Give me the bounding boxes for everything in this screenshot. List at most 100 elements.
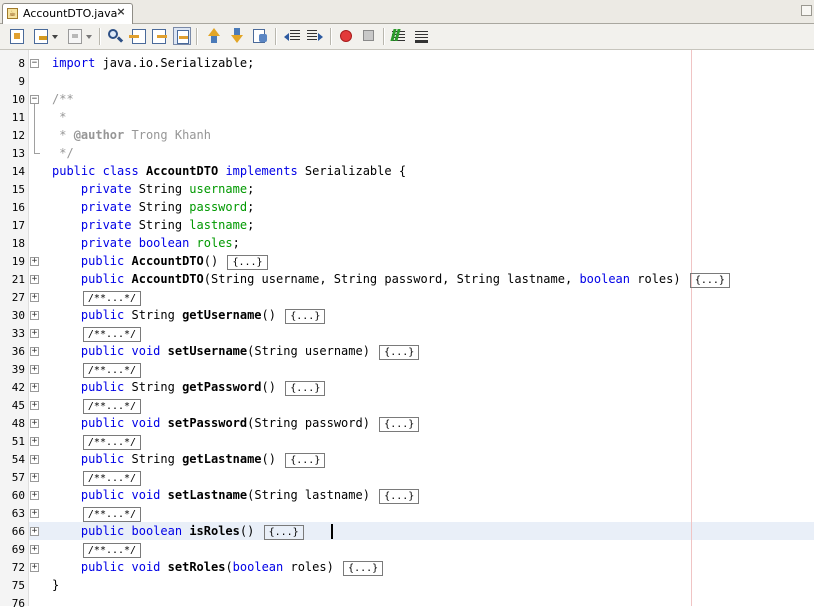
maximize-window-icon[interactable] bbox=[801, 5, 812, 16]
back-history-dropdown-icon[interactable] bbox=[50, 27, 60, 45]
line-number: 48 bbox=[11, 417, 25, 430]
line-number: 60 bbox=[11, 489, 25, 502]
collapse-fold-icon[interactable]: − bbox=[30, 95, 39, 104]
start-macro-recording-icon[interactable] bbox=[337, 27, 355, 45]
code-line[interactable]: /**...*/ bbox=[52, 326, 142, 342]
expand-fold-icon[interactable]: + bbox=[30, 311, 39, 320]
expand-fold-icon[interactable]: + bbox=[30, 257, 39, 266]
code-line[interactable]: import java.io.Serializable; bbox=[52, 56, 254, 70]
expand-fold-icon[interactable]: + bbox=[30, 527, 39, 536]
line-number: 19 bbox=[11, 255, 25, 268]
code-line[interactable]: public String getPassword() {...} bbox=[52, 380, 326, 396]
code-line[interactable]: public void setRoles(boolean roles) {...… bbox=[52, 560, 384, 576]
code-line[interactable]: public void setLastname(String lastname)… bbox=[52, 488, 420, 504]
code-line[interactable]: public void setPassword(String password)… bbox=[52, 416, 420, 432]
tab-accountdto-java[interactable]: ☕ AccountDTO.java × bbox=[2, 3, 133, 24]
line-number: 42 bbox=[11, 381, 25, 394]
right-margin-guide bbox=[691, 50, 692, 606]
line-number: 12 bbox=[11, 129, 25, 142]
code-line[interactable]: /**...*/ bbox=[52, 470, 142, 486]
code-line[interactable]: */ bbox=[52, 146, 73, 160]
expand-fold-icon[interactable]: + bbox=[30, 473, 39, 482]
line-number: 18 bbox=[11, 237, 25, 250]
code-line[interactable]: private String password; bbox=[52, 200, 254, 214]
expand-fold-icon[interactable]: + bbox=[30, 563, 39, 572]
editor-toolbar bbox=[0, 24, 814, 50]
expand-fold-icon[interactable]: + bbox=[30, 293, 39, 302]
expand-fold-icon[interactable]: + bbox=[30, 347, 39, 356]
code-line[interactable]: public class AccountDTO implements Seria… bbox=[52, 164, 406, 178]
code-line[interactable]: /**...*/ bbox=[52, 290, 142, 306]
code-line[interactable]: private String username; bbox=[52, 182, 254, 196]
line-number: 54 bbox=[11, 453, 25, 466]
expand-fold-icon[interactable]: + bbox=[30, 275, 39, 284]
code-line[interactable]: * bbox=[52, 110, 66, 124]
text-caret bbox=[331, 524, 333, 539]
find-next-icon[interactable] bbox=[150, 27, 168, 45]
previous-bookmark-icon[interactable] bbox=[205, 27, 223, 45]
expand-fold-icon[interactable]: + bbox=[30, 401, 39, 410]
shift-line-right-icon[interactable] bbox=[306, 27, 324, 45]
toolbar-separator bbox=[196, 28, 198, 45]
last-edit-icon[interactable] bbox=[8, 27, 26, 45]
uncomment-icon[interactable] bbox=[413, 27, 431, 45]
line-number: 9 bbox=[18, 75, 25, 88]
expand-fold-icon[interactable]: + bbox=[30, 455, 39, 464]
code-line[interactable]: /**...*/ bbox=[52, 542, 142, 558]
toolbar-separator bbox=[383, 28, 385, 45]
code-line[interactable]: public String getLastname() {...} bbox=[52, 452, 326, 468]
toolbar-separator bbox=[330, 28, 332, 45]
code-line[interactable]: private boolean roles; bbox=[52, 236, 240, 250]
line-number: 8 bbox=[18, 57, 25, 70]
line-number: 72 bbox=[11, 561, 25, 574]
collapse-fold-icon[interactable]: − bbox=[30, 59, 39, 68]
code-line[interactable]: public AccountDTO() {...} bbox=[52, 254, 268, 270]
expand-fold-icon[interactable]: + bbox=[30, 437, 39, 446]
toggle-bookmark-icon[interactable] bbox=[251, 27, 269, 45]
toggle-highlight-search-icon[interactable] bbox=[173, 27, 191, 45]
back-icon[interactable] bbox=[32, 27, 50, 45]
expand-fold-icon[interactable]: + bbox=[30, 383, 39, 392]
comment-icon[interactable] bbox=[390, 27, 408, 45]
line-number: 14 bbox=[11, 165, 25, 178]
forward-icon[interactable] bbox=[66, 27, 84, 45]
code-line[interactable]: /**...*/ bbox=[52, 434, 142, 450]
toolbar-separator bbox=[275, 28, 277, 45]
find-selection-icon[interactable] bbox=[106, 27, 124, 45]
tab-title: AccountDTO.java bbox=[23, 7, 118, 20]
shift-line-left-icon[interactable] bbox=[283, 27, 301, 45]
expand-fold-icon[interactable]: + bbox=[30, 419, 39, 428]
code-editor[interactable]: 8− import java.io.Serializable; 9 10−/** 11 … bbox=[0, 50, 814, 610]
code-line[interactable]: /**...*/ bbox=[52, 506, 142, 522]
expand-fold-icon[interactable]: + bbox=[30, 545, 39, 554]
line-number: 17 bbox=[11, 219, 25, 232]
code-line[interactable]: private String lastname; bbox=[52, 218, 254, 232]
fold-guide-end bbox=[34, 153, 40, 154]
expand-fold-icon[interactable]: + bbox=[30, 491, 39, 500]
line-number: 16 bbox=[11, 201, 25, 214]
line-number: 57 bbox=[11, 471, 25, 484]
code-line[interactable]: public AccountDTO(String username, Strin… bbox=[52, 272, 730, 288]
code-line[interactable]: } bbox=[52, 578, 59, 592]
expand-fold-icon[interactable]: + bbox=[30, 509, 39, 518]
code-line[interactable]: /**...*/ bbox=[52, 362, 142, 378]
line-number: 39 bbox=[11, 363, 25, 376]
stop-macro-recording-icon[interactable] bbox=[360, 27, 378, 45]
code-line[interactable]: * @author Trong Khanh bbox=[52, 128, 211, 142]
forward-history-dropdown-icon[interactable] bbox=[84, 27, 94, 45]
next-bookmark-icon[interactable] bbox=[228, 27, 246, 45]
expand-fold-icon[interactable]: + bbox=[30, 329, 39, 338]
code-line[interactable]: /**...*/ bbox=[52, 398, 142, 414]
expand-fold-icon[interactable]: + bbox=[30, 365, 39, 374]
line-number: 10 bbox=[11, 93, 25, 106]
line-number: 36 bbox=[11, 345, 25, 358]
code-line[interactable]: public void setUsername(String username)… bbox=[52, 344, 420, 360]
line-number: 13 bbox=[11, 147, 25, 160]
code-line[interactable]: /** bbox=[52, 92, 74, 106]
close-tab-icon[interactable]: × bbox=[115, 6, 127, 18]
code-line[interactable]: public String getUsername() {...} bbox=[52, 308, 326, 324]
line-number: 76 bbox=[11, 597, 25, 610]
find-previous-icon[interactable] bbox=[128, 27, 146, 45]
code-line[interactable]: public boolean isRoles() {...} bbox=[52, 524, 304, 540]
line-number: 66 bbox=[11, 525, 25, 538]
